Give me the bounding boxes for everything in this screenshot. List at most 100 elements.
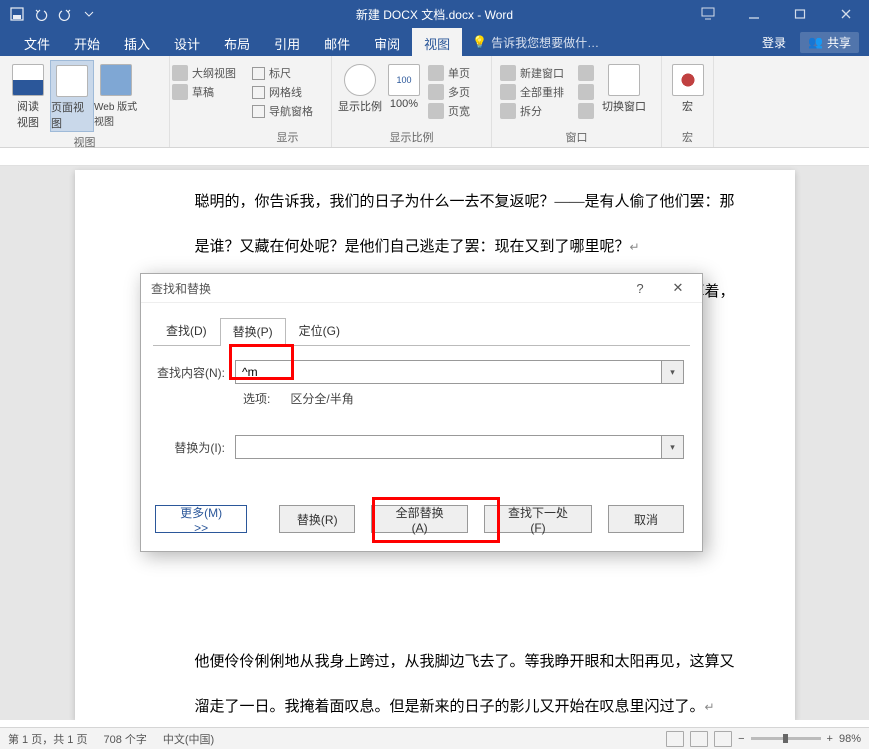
checkbox-icon (252, 86, 265, 99)
macros-label: 宏 (682, 98, 693, 114)
share-label: 共享 (827, 34, 851, 51)
tab-review[interactable]: 审阅 (362, 28, 412, 56)
zoom-out-button[interactable]: − (738, 733, 744, 745)
close-icon[interactable] (823, 0, 869, 28)
dlg-tab-replace[interactable]: 替换(P) (220, 318, 286, 346)
tab-mailings[interactable]: 邮件 (312, 28, 362, 56)
view-weblayout-icon[interactable] (714, 731, 732, 747)
tab-insert[interactable]: 插入 (112, 28, 162, 56)
share-icon: 👥 (808, 35, 823, 49)
draft-button[interactable]: 草稿 (170, 83, 238, 101)
outline-label: 大纲视图 (192, 65, 236, 81)
print-layout-button[interactable]: 页面视图 (50, 60, 94, 132)
tab-layout[interactable]: 布局 (212, 28, 262, 56)
reset-pos-button[interactable] (576, 102, 596, 120)
paragraph-mark-icon: ↵ (705, 700, 715, 714)
maximize-icon[interactable] (777, 0, 823, 28)
new-window-label: 新建窗口 (520, 65, 564, 81)
page-width-label: 页宽 (448, 103, 470, 119)
side-by-side-button[interactable] (576, 64, 596, 82)
replace-history-dropdown[interactable]: ▾ (662, 435, 684, 459)
zoom-group-label: 显示比例 (338, 127, 485, 147)
status-page[interactable]: 第 1 页，共 1 页 (8, 731, 87, 747)
multi-page-button[interactable]: 多页 (426, 83, 472, 101)
macros-button[interactable]: 宏 (668, 60, 707, 114)
hundred-label: 100% (390, 98, 418, 110)
tab-home[interactable]: 开始 (62, 28, 112, 56)
ruler-checkbox[interactable]: 标尺 (250, 64, 315, 82)
options-label: 选项: (243, 392, 270, 406)
switch-windows-button[interactable]: 切换窗口 (602, 60, 646, 114)
bulb-icon: 💡 (472, 35, 487, 49)
tab-file[interactable]: 文件 (12, 28, 62, 56)
multi-page-label: 多页 (448, 84, 470, 100)
window-group-label: 窗口 (498, 127, 655, 147)
split-button[interactable]: 拆分 (498, 102, 566, 120)
status-words[interactable]: 708 个字 (103, 731, 146, 747)
ribbon-options-icon[interactable] (685, 0, 731, 28)
arrange-all-icon (500, 84, 516, 100)
cancel-button[interactable]: 取消 (608, 505, 684, 533)
replace-button[interactable]: 替换(R) (279, 505, 355, 533)
redo-icon[interactable] (54, 3, 76, 25)
read-mode-label: 阅读 视图 (17, 98, 39, 130)
view-printlayout-icon[interactable] (690, 731, 708, 747)
split-icon (500, 103, 516, 119)
tellme-label: 告诉我您想要做什… (491, 34, 599, 51)
more-button[interactable]: 更多(M) >> (155, 505, 247, 533)
arrange-all-label: 全部重排 (520, 84, 564, 100)
help-button[interactable]: ? (622, 275, 658, 301)
views-group-label: 视图 (6, 132, 163, 152)
outline-button[interactable]: 大纲视图 (170, 64, 238, 82)
sync-scroll-icon (578, 84, 594, 100)
find-history-dropdown[interactable]: ▾ (662, 360, 684, 384)
print-layout-label: 页面视图 (51, 99, 93, 131)
checkbox-icon (252, 67, 265, 80)
draft-label: 草稿 (192, 84, 214, 100)
gridlines-label: 网格线 (269, 84, 302, 100)
undo-icon[interactable] (30, 3, 52, 25)
arrange-all-button[interactable]: 全部重排 (498, 83, 566, 101)
options-value: 区分全/半角 (290, 392, 353, 406)
share-button[interactable]: 👥 共享 (800, 32, 859, 53)
hundred-button[interactable]: 100100% (382, 60, 426, 110)
one-page-label: 单页 (448, 65, 470, 81)
tab-references[interactable]: 引用 (262, 28, 312, 56)
tab-view[interactable]: 视图 (412, 28, 462, 56)
reset-pos-icon (578, 103, 594, 119)
minimize-icon[interactable] (731, 0, 777, 28)
replace-all-button[interactable]: 全部替换(A) (371, 505, 468, 533)
page-width-button[interactable]: 页宽 (426, 102, 472, 120)
navpane-checkbox[interactable]: 导航窗格 (250, 102, 315, 120)
qat-dropdown-icon[interactable] (78, 3, 100, 25)
zoom-button[interactable]: 显示比例 (338, 60, 382, 114)
sync-scroll-button[interactable] (576, 83, 596, 101)
zoom-level[interactable]: 98% (839, 733, 861, 745)
status-lang[interactable]: 中文(中国) (163, 731, 214, 747)
dlg-tab-goto[interactable]: 定位(G) (286, 317, 353, 345)
tab-design[interactable]: 设计 (162, 28, 212, 56)
new-window-button[interactable]: 新建窗口 (498, 64, 566, 82)
navpane-label: 导航窗格 (269, 103, 313, 119)
one-page-button[interactable]: 单页 (426, 64, 472, 82)
dialog-title: 查找和替换 (151, 280, 211, 297)
macros-group-label: 宏 (668, 127, 707, 147)
login-link[interactable]: 登录 (762, 34, 786, 51)
ruler-label: 标尺 (269, 65, 291, 81)
view-readmode-icon[interactable] (666, 731, 684, 747)
split-label: 拆分 (520, 103, 542, 119)
zoom-in-button[interactable]: + (827, 733, 833, 745)
window-title: 新建 DOCX 文档.docx - Word (356, 6, 513, 23)
dialog-close-button[interactable]: ✕ (660, 275, 696, 301)
save-icon[interactable] (6, 3, 28, 25)
dlg-tab-find[interactable]: 查找(D) (153, 317, 220, 345)
zoom-slider[interactable] (751, 737, 821, 740)
find-input[interactable] (235, 360, 662, 384)
replace-input[interactable] (235, 435, 662, 459)
one-page-icon (428, 65, 444, 81)
read-mode-button[interactable]: 阅读 视图 (6, 60, 50, 130)
tellme[interactable]: 💡 告诉我您想要做什… (462, 28, 609, 56)
web-layout-button[interactable]: Web 版式视图 (94, 60, 138, 128)
gridlines-checkbox[interactable]: 网格线 (250, 83, 315, 101)
find-next-button[interactable]: 查找下一处(F) (484, 505, 592, 533)
